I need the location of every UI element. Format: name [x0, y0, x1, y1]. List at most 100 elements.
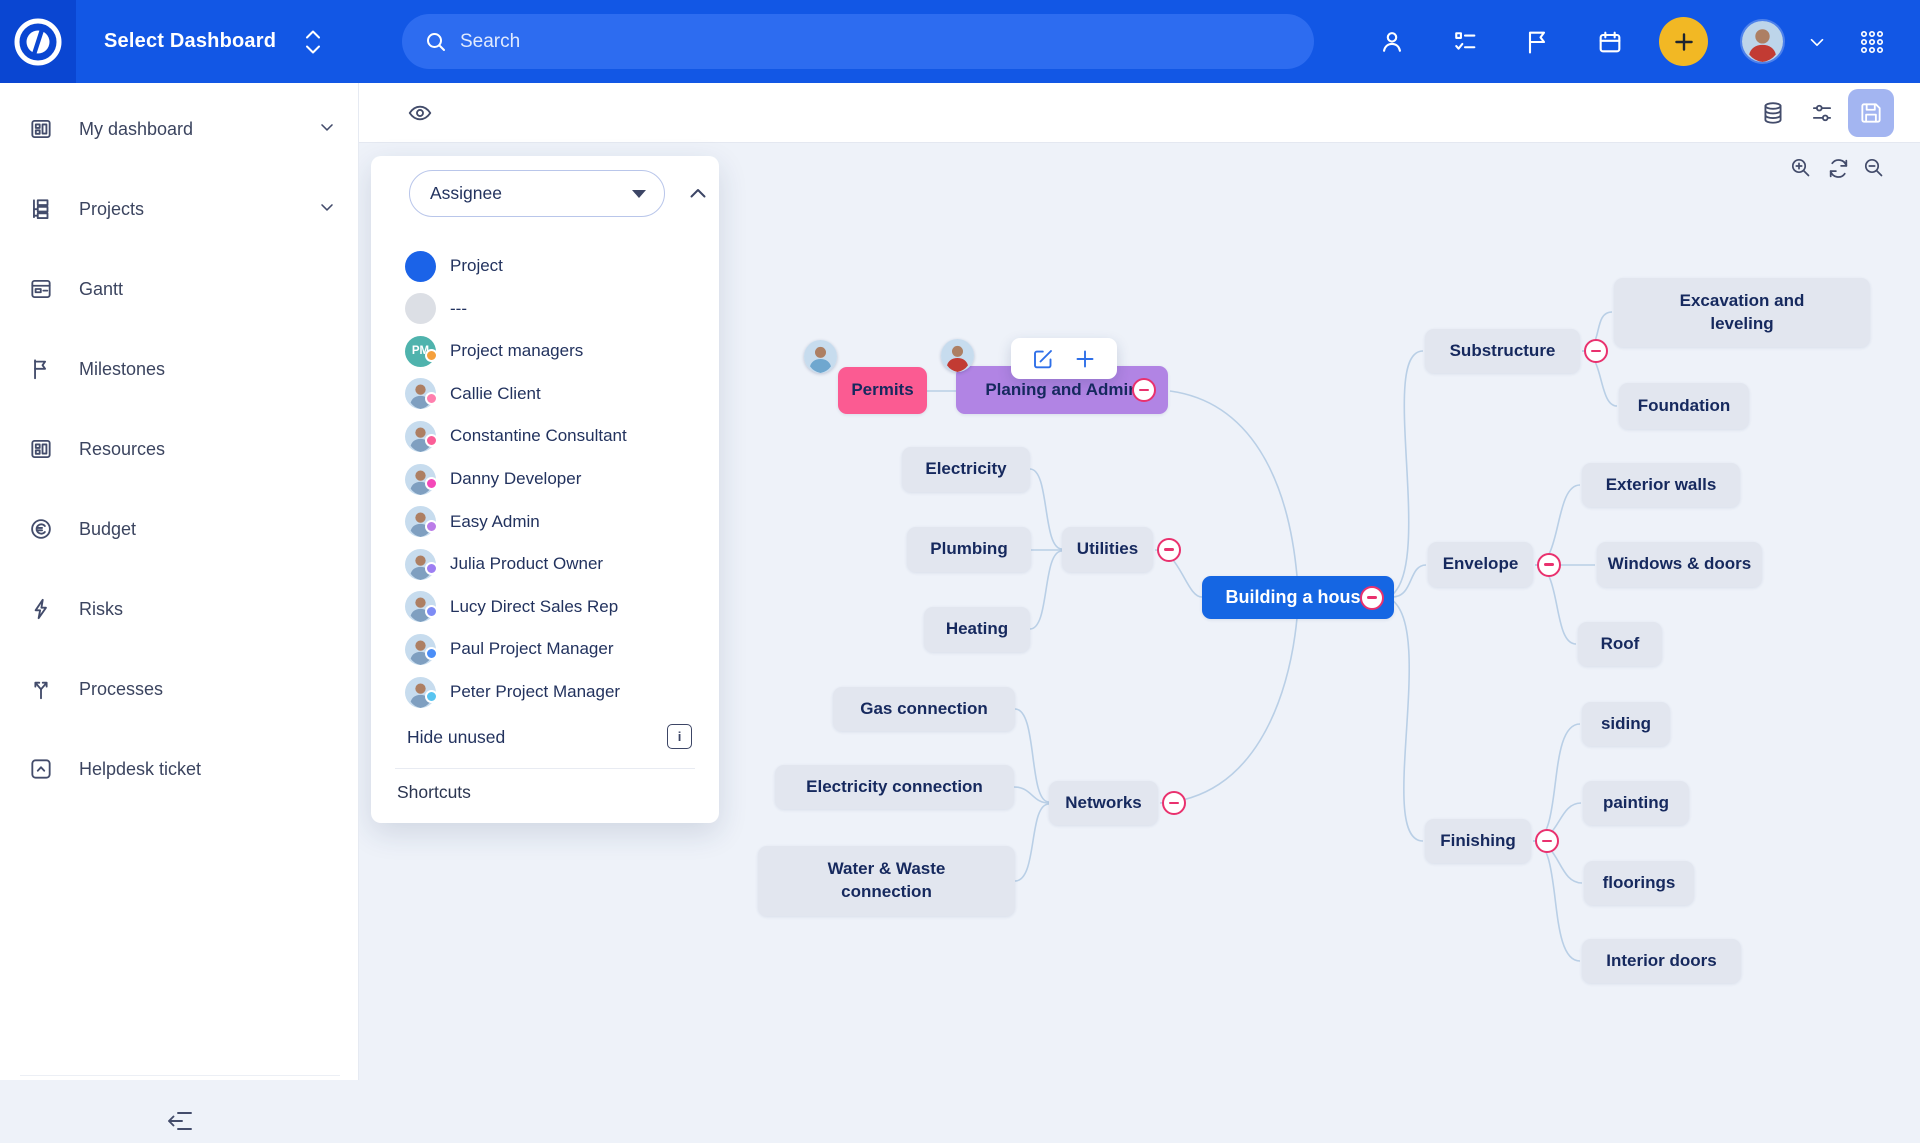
sidebar-item-processes[interactable]: Processes: [0, 661, 359, 717]
user-icon-button[interactable]: [1368, 0, 1416, 83]
visibility-button[interactable]: [397, 89, 443, 137]
panel-collapse-button[interactable]: [681, 178, 715, 210]
collapse-node-button[interactable]: [1584, 339, 1608, 363]
sliders-icon: [1809, 100, 1835, 126]
mindmap-node-windows[interactable]: Windows & doors: [1597, 542, 1762, 587]
milestones-icon: [28, 356, 54, 382]
settings-button[interactable]: [1799, 89, 1845, 137]
assignee-row-julia-product-owner[interactable]: Julia Product Owner: [371, 544, 719, 584]
app-logo[interactable]: [0, 0, 76, 83]
save-button[interactable]: [1848, 89, 1894, 137]
mindmap-node-roof[interactable]: Roof: [1578, 622, 1662, 666]
apps-grid-button[interactable]: [1848, 0, 1896, 83]
node-label: Substructure: [1450, 340, 1556, 363]
collapse-sidebar-button[interactable]: [156, 1099, 204, 1143]
group-by-select[interactable]: Assignee: [409, 170, 665, 217]
tasks-icon-button[interactable]: [1441, 0, 1489, 83]
eye-icon: [407, 100, 433, 126]
mindmap-node-finishing[interactable]: Finishing: [1425, 819, 1531, 863]
mindmap-node-elecconn[interactable]: Electricity connection: [775, 765, 1014, 809]
create-button[interactable]: [1659, 17, 1708, 66]
search-bar[interactable]: [402, 14, 1314, 69]
node-assignee-avatar[interactable]: [941, 339, 974, 372]
assignee-label: Julia Product Owner: [450, 554, 603, 574]
mindmap-node-permits[interactable]: Permits: [838, 367, 927, 414]
node-label: Permits: [851, 379, 913, 402]
assignee-row-peter-project-manager[interactable]: Peter Project Manager: [371, 672, 719, 712]
mindmap-node-substructure[interactable]: Substructure: [1425, 329, 1580, 373]
sidebar-item-projects[interactable]: Projects: [0, 181, 359, 237]
mindmap-node-networks[interactable]: Networks: [1049, 781, 1158, 825]
data-source-button[interactable]: [1750, 89, 1796, 137]
assignee-label: Paul Project Manager: [450, 639, 613, 659]
color-swatch-avatar: [405, 251, 436, 282]
assignee-row-danny-developer[interactable]: Danny Developer: [371, 459, 719, 499]
collapse-node-button[interactable]: [1132, 378, 1156, 402]
zoom-out-button[interactable]: [1855, 149, 1893, 187]
sidebar-item-resources[interactable]: Resources: [0, 421, 359, 477]
search-input[interactable]: [460, 31, 1292, 53]
assignee-row-paul-project-manager[interactable]: Paul Project Manager: [371, 629, 719, 669]
mindmap-node-painting[interactable]: painting: [1583, 781, 1689, 825]
mindmap-node-plumbing[interactable]: Plumbing: [907, 527, 1031, 572]
mindmap-node-water[interactable]: Water & Waste connection: [758, 846, 1015, 916]
dashboard-selector[interactable]: Select Dashboard: [104, 0, 324, 83]
hide-unused-label: Hide unused: [407, 727, 505, 748]
sidebar-item-helpdesk-ticket[interactable]: Helpdesk ticket: [0, 741, 359, 797]
node-label: Gas connection: [860, 698, 988, 721]
panel-divider: [395, 768, 695, 769]
collapse-node-button[interactable]: [1535, 829, 1559, 853]
mindmap-node-envelope[interactable]: Envelope: [1428, 542, 1533, 587]
avatar-menu-chevron[interactable]: [1793, 0, 1841, 83]
assignee-row-easy-admin[interactable]: Easy Admin: [371, 502, 719, 542]
flag-icon-button[interactable]: [1513, 0, 1561, 83]
collapse-node-button[interactable]: [1162, 791, 1186, 815]
mindmap-node-building[interactable]: Building a house: [1202, 576, 1394, 619]
mindmap-node-excavation[interactable]: Excavation and leveling: [1614, 278, 1870, 347]
mindmap-node-foundation[interactable]: Foundation: [1619, 383, 1749, 429]
assignee-label: Lucy Direct Sales Rep: [450, 597, 618, 617]
assignee-row-project-managers[interactable]: PMProject managers: [371, 331, 719, 371]
edit-node-icon[interactable]: [1031, 347, 1055, 371]
select-caret-icon: [632, 190, 646, 198]
collapse-node-button[interactable]: [1360, 586, 1384, 610]
flag-icon: [1523, 28, 1551, 56]
node-assignee-avatar[interactable]: [804, 340, 837, 373]
shortcuts-link[interactable]: Shortcuts: [397, 782, 471, 803]
mindmap-node-gas[interactable]: Gas connection: [833, 687, 1015, 731]
assignee-row-constantine-consultant[interactable]: Constantine Consultant: [371, 416, 719, 456]
sidebar-item-risks[interactable]: Risks: [0, 581, 359, 637]
mindmap-node-siding[interactable]: siding: [1582, 702, 1670, 746]
zoom-in-button[interactable]: [1782, 149, 1820, 187]
chevron-down-icon[interactable]: [317, 197, 337, 222]
sidebar-item-budget[interactable]: Budget: [0, 501, 359, 557]
info-icon[interactable]: i: [667, 724, 692, 749]
mindmap-node-electricity[interactable]: Electricity: [902, 447, 1030, 492]
risks-icon: [28, 596, 54, 622]
tasks-checklist-icon: [1451, 28, 1479, 56]
mindmap-node-exterior[interactable]: Exterior walls: [1582, 463, 1740, 507]
assignee-label: Constantine Consultant: [450, 426, 627, 446]
add-node-icon[interactable]: [1073, 347, 1097, 371]
chevron-down-icon[interactable]: [317, 117, 337, 142]
assignee-label: Project: [450, 256, 503, 276]
mindmap-node-interior[interactable]: Interior doors: [1582, 939, 1741, 983]
node-label: Excavation and leveling: [1680, 290, 1805, 336]
mindmap-node-heating[interactable]: Heating: [924, 607, 1030, 652]
assignee-row-lucy-direct-sales-rep[interactable]: Lucy Direct Sales Rep: [371, 587, 719, 627]
sidebar-item-my-dashboard[interactable]: My dashboard: [0, 101, 359, 157]
collapse-node-button[interactable]: [1537, 553, 1561, 577]
mindmap-node-utilities[interactable]: Utilities: [1062, 527, 1153, 572]
calendar-icon-button[interactable]: [1586, 0, 1634, 83]
refresh-button[interactable]: [1819, 149, 1857, 187]
gantt-icon: [28, 276, 54, 302]
node-label: Utilities: [1077, 538, 1138, 561]
user-avatar[interactable]: [1742, 21, 1783, 62]
assignee-row--[interactable]: ---: [371, 289, 719, 329]
mindmap-node-floorings[interactable]: floorings: [1584, 861, 1694, 905]
assignee-row-project[interactable]: Project: [371, 246, 719, 286]
sidebar-item-milestones[interactable]: Milestones: [0, 341, 359, 397]
collapse-node-button[interactable]: [1157, 538, 1181, 562]
assignee-row-callie-client[interactable]: Callie Client: [371, 374, 719, 414]
sidebar-item-gantt[interactable]: Gantt: [0, 261, 359, 317]
